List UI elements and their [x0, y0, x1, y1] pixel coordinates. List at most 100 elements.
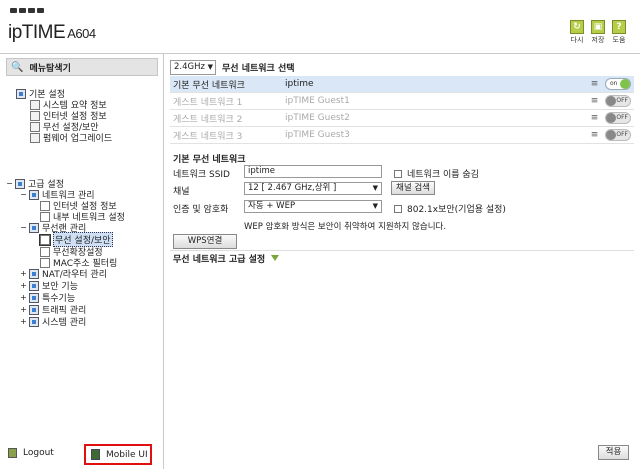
- tree-firmware-upgrade[interactable]: 펌웨어 업그레이드: [30, 132, 113, 144]
- folder-icon: [29, 292, 39, 303]
- search-icon: 🔍: [11, 61, 24, 73]
- band-select[interactable]: 2.4GHz ▼: [170, 59, 216, 75]
- refresh-icon: ↻: [570, 20, 584, 34]
- network-ssid: ipTIME Guest2: [285, 113, 350, 123]
- folder-icon: [15, 178, 25, 189]
- sidebar-footer: Logout Mobile UI: [0, 442, 164, 469]
- auth-select[interactable]: 자동 + WEP ▼: [244, 200, 382, 213]
- main-panel: 2.4GHz ▼ 무선 네트워크 선택 기본 무선 네트워크 iptime ≡ …: [165, 54, 640, 469]
- tree-nat-router[interactable]: + NAT/라우터 관리: [20, 268, 107, 280]
- toggle-switch[interactable]: OFF: [605, 129, 631, 141]
- network-row-guest1[interactable]: 게스트 네트워크 1 ipTIME Guest1 ≡ OFF: [170, 93, 634, 110]
- ssid-input[interactable]: iptime: [244, 165, 382, 178]
- logout-label: Logout: [23, 448, 54, 458]
- firmware-icon: [30, 132, 40, 143]
- wifi-icon: ≡: [590, 113, 599, 123]
- refresh-button[interactable]: ↻ 다시: [566, 20, 588, 45]
- network-name: 게스트 네트워크 3: [173, 131, 243, 142]
- auth-label: 인증 및 암호화: [173, 205, 229, 215]
- expand-icon[interactable]: +: [20, 305, 27, 314]
- toggle-switch[interactable]: OFF: [605, 95, 631, 107]
- network-name: 게스트 네트워크 1: [173, 97, 243, 108]
- toggle-text: OFF: [616, 114, 628, 121]
- tree-label: 펌웨어 업그레이드: [43, 134, 113, 144]
- network-row-guest2[interactable]: 게스트 네트워크 2 ipTIME Guest2 ≡ OFF: [170, 110, 634, 127]
- expand-icon[interactable]: +: [20, 317, 27, 326]
- traffic-icon: [29, 304, 39, 315]
- chevron-down-icon: ▼: [372, 202, 378, 210]
- folder-icon: [29, 189, 39, 200]
- advanced-settings-toggle[interactable]: 무선 네트워크 고급 설정: [170, 250, 634, 265]
- folder-icon: [16, 88, 26, 99]
- tree-label: 시스템 관리: [42, 318, 87, 328]
- toggle-text: on: [610, 80, 618, 87]
- logout-icon: [8, 448, 17, 458]
- expand-icon[interactable]: +: [20, 293, 27, 302]
- tree-traffic[interactable]: + 트래픽 관리: [20, 304, 86, 316]
- tree-wireless-setup-selected[interactable]: 무선 설정/보안: [39, 232, 113, 247]
- folder-icon: [29, 268, 39, 279]
- apply-button[interactable]: 적용: [598, 445, 629, 460]
- network-name: 게스트 네트워크 2: [173, 114, 243, 125]
- network-row-main[interactable]: 기본 무선 네트워크 iptime ≡ on: [170, 76, 634, 93]
- tree-special[interactable]: + 특수기능: [20, 292, 75, 304]
- chevron-down-icon: ▼: [372, 184, 378, 192]
- checkbox-label: 802.1x보안(기업용 설정): [407, 205, 506, 215]
- menu-explorer: 🔍 메뉴탐색기 기본 설정 시스템 요약 정보 인터넷 설정 정보 무선 설정/…: [0, 54, 164, 469]
- basic-network-title: 기본 무선 네트워크: [173, 155, 246, 165]
- page-icon: [40, 257, 50, 268]
- save-icon: ▣: [591, 20, 605, 34]
- network-name: 기본 무선 네트워크: [173, 80, 245, 91]
- advanced-label: 무선 네트워크 고급 설정: [173, 254, 266, 265]
- refresh-label: 다시: [570, 36, 584, 44]
- model-name: A604: [67, 26, 96, 41]
- help-icon: ?: [612, 20, 626, 34]
- wifi-icon: ≡: [590, 130, 599, 140]
- channel-value: 12 [ 2.467 GHz,상위 ]: [248, 183, 337, 193]
- help-button[interactable]: ? 도움: [608, 20, 630, 45]
- wep-warning: WEP 암호화 방식은 보안이 취약하여 지원하지 않습니다.: [244, 222, 447, 232]
- save-button[interactable]: ▣ 저장: [587, 20, 609, 45]
- tree-security[interactable]: + 보안 기능: [20, 280, 78, 292]
- mobile-ui-button[interactable]: Mobile UI: [84, 444, 152, 465]
- toggle-switch[interactable]: OFF: [605, 112, 631, 124]
- page-icon: [40, 211, 50, 222]
- page-icon: [40, 200, 50, 211]
- collapse-icon[interactable]: −: [20, 190, 27, 199]
- chevron-down-icon: ▼: [207, 63, 213, 71]
- expand-icon[interactable]: +: [20, 269, 27, 278]
- network-row-guest3[interactable]: 게스트 네트워크 3 ipTIME Guest3 ≡ OFF: [170, 127, 634, 144]
- network-ssid: ipTIME Guest3: [285, 130, 350, 140]
- triangle-down-icon: [271, 255, 280, 261]
- tree-system-management[interactable]: + 시스템 관리: [20, 316, 87, 328]
- network-select-bar: 2.4GHz ▼ 무선 네트워크 선택: [170, 58, 634, 76]
- logout-button[interactable]: Logout: [8, 448, 54, 458]
- channel-search-button[interactable]: 채널 검색: [391, 181, 435, 195]
- toggle-switch[interactable]: on: [605, 78, 631, 90]
- page-icon: [39, 233, 51, 246]
- band-value: 2.4GHz: [174, 62, 205, 72]
- section-title: 무선 네트워크 선택: [222, 63, 295, 74]
- enterprise-checkbox[interactable]: 802.1x보안(기업용 설정): [394, 202, 506, 215]
- checkbox-box[interactable]: [394, 169, 402, 178]
- toggle-text: OFF: [616, 97, 628, 104]
- logo-mark: [10, 8, 44, 13]
- menu-explorer-header: 🔍 메뉴탐색기: [6, 58, 158, 76]
- checkbox-label: 네트워크 이름 숨김: [407, 170, 479, 180]
- hide-ssid-checkbox[interactable]: 네트워크 이름 숨김: [394, 167, 479, 180]
- help-label: 도움: [612, 36, 626, 44]
- wps-connect-button[interactable]: WPS연결: [173, 234, 237, 249]
- page-icon: [40, 246, 50, 257]
- lock-icon: [29, 280, 39, 291]
- toggle-text: OFF: [616, 131, 628, 138]
- collapse-icon[interactable]: −: [6, 179, 13, 188]
- auth-value: 자동 + WEP: [248, 201, 296, 211]
- network-ssid: iptime: [285, 79, 314, 89]
- expand-icon[interactable]: +: [20, 281, 27, 290]
- wireless-icon: [30, 121, 40, 132]
- channel-label: 채널: [173, 187, 190, 197]
- collapse-icon[interactable]: −: [20, 223, 27, 232]
- channel-select[interactable]: 12 [ 2.467 GHz,상위 ] ▼: [244, 182, 382, 195]
- internet-icon: [30, 110, 40, 121]
- checkbox-box[interactable]: [394, 204, 402, 213]
